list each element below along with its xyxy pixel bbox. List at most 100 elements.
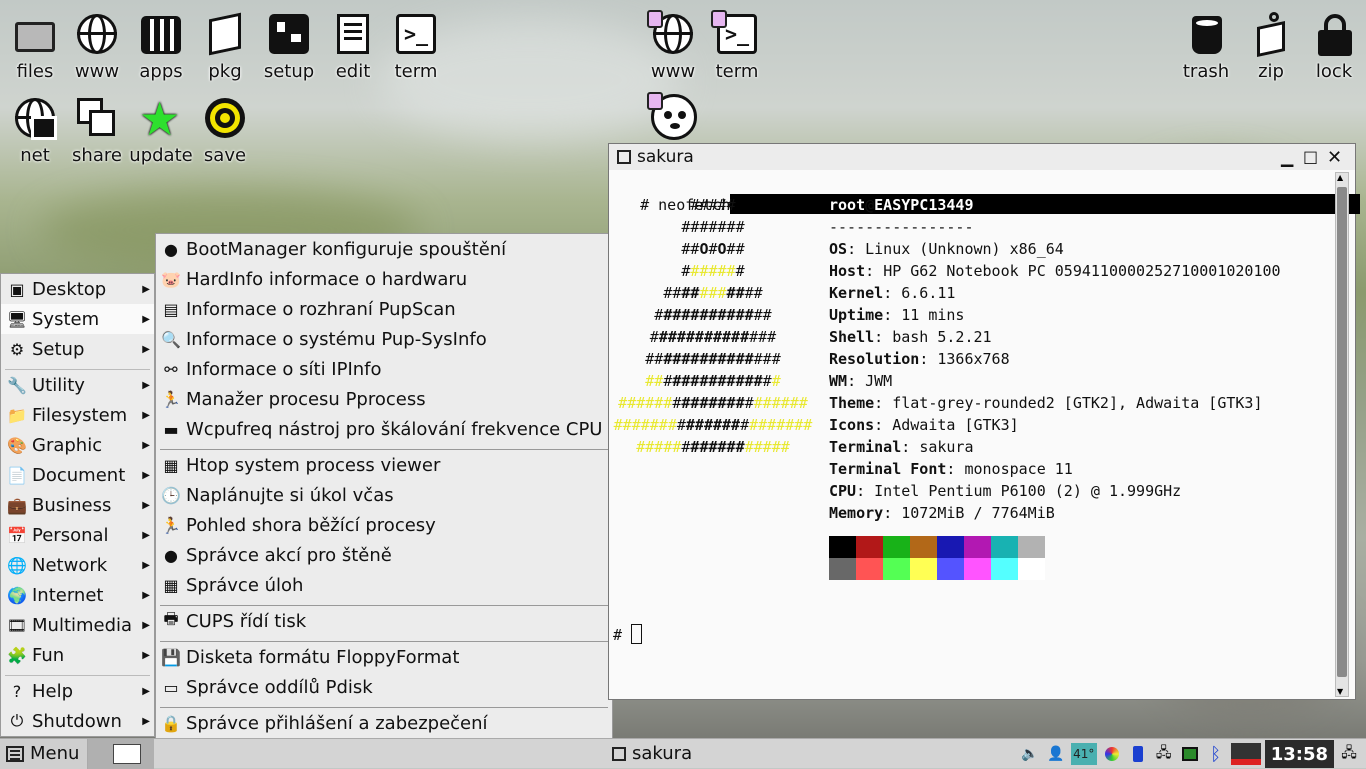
submenu-item[interactable]: 🔍 Informace o systému Pup-SysInfo <box>156 324 612 354</box>
menu-item-multimedia[interactable]: 🎞 Multimedia ▶ <box>1 610 154 640</box>
prompt: # <box>613 624 643 646</box>
menu-icon <box>6 745 24 762</box>
network-icon[interactable]: 🖧 <box>1153 743 1175 765</box>
submenu-item[interactable]: 🕒 Naplánujte si úkol včas <box>156 480 612 510</box>
system-submenu: ● BootManager konfiguruje spouštění 🐷 HardI… <box>155 233 613 768</box>
desktop-icon-www[interactable]: www <box>62 6 132 82</box>
submenu-item[interactable]: 🏃 Pohled shora běžící procesy <box>156 510 612 540</box>
workspace-1[interactable] <box>113 743 141 764</box>
submenu-arrow-icon: ▶ <box>142 313 150 325</box>
desktop-icon-files[interactable]: files <box>0 6 70 82</box>
network-icon: 🌐 <box>7 555 27 575</box>
submenu-item[interactable]: ▭ Správce oddílů Pdisk <box>156 672 612 702</box>
submenu-item[interactable]: 🖶 CUPS řídí tisk <box>156 606 612 636</box>
submenu-item[interactable]: 💾 Disketa formátu FloppyFormat <box>156 642 612 672</box>
desktop-icon-trash[interactable]: trash <box>1171 6 1241 82</box>
desktop-icon-update[interactable]: ★ update <box>126 90 196 166</box>
minimize-button[interactable]: ▁ <box>1281 148 1293 167</box>
submenu-arrow-icon: ▶ <box>142 469 150 481</box>
menu-item-desktop[interactable]: ▣ Desktop ▶ <box>1 274 154 304</box>
show-desktop-icon[interactable]: 🖧 <box>1338 743 1360 765</box>
scrollbar[interactable]: ▲ ▼ <box>1335 172 1349 697</box>
close-button[interactable]: ✕ <box>1327 147 1342 168</box>
temperature-badge[interactable]: 41° <box>1070 743 1097 765</box>
trash-icon <box>1182 12 1230 60</box>
monitor-icon: 🖥 <box>6 309 28 329</box>
desktop-icon: ▣ <box>9 279 25 299</box>
submenu-item[interactable]: ▦ Htop system process viewer <box>156 450 612 480</box>
desktop-icon-www[interactable]: www <box>638 6 708 82</box>
desktop-icon-save[interactable]: save <box>190 90 260 166</box>
taskbar-task-sakura[interactable]: sakura <box>612 739 692 769</box>
terminal-content[interactable]: # neofetch ##### ####### ##O#O## #######… <box>613 172 1361 697</box>
submenu-item[interactable]: ● Správce akcí pro štěně <box>156 540 612 570</box>
submenu-item-label: CUPS řídí tisk <box>186 610 307 632</box>
info-value: sakura <box>919 438 974 456</box>
submenu-item-icon: ● <box>164 239 178 259</box>
window-titlebar[interactable]: sakura <box>609 144 1355 170</box>
info-key: Theme <box>829 394 875 412</box>
menu-item-personal[interactable]: 📅 Personal ▶ <box>1 520 154 550</box>
setup-icon: ⚙ <box>9 339 25 359</box>
menu-item-filesystem[interactable]: 📁 Filesystem ▶ <box>1 400 154 430</box>
submenu-item[interactable]: ● BootManager konfiguruje spouštění <box>156 234 612 264</box>
submenu-item[interactable]: ⚯ Informace o síti IPInfo <box>156 354 612 384</box>
bluetooth-icon[interactable]: ᛒ <box>1205 743 1227 765</box>
desktop-pager[interactable] <box>88 738 154 769</box>
submenu-item[interactable]: ▤ Informace o rozhraní PupScan <box>156 294 612 324</box>
volume-icon[interactable]: 🔈 <box>1019 743 1041 765</box>
submenu-item-label: BootManager konfiguruje spouštění <box>186 238 507 260</box>
submenu-item[interactable]: ▬ Wcpufreq nástroj pro škálování frekvenc… <box>156 414 612 444</box>
menu-item-shutdown[interactable]: ⏻ Shutdown ▶ <box>1 706 154 736</box>
menu-button[interactable]: Menu <box>0 738 88 769</box>
task-window-icon <box>612 746 626 761</box>
menu-item-utility[interactable]: 🔧 Utility ▶ <box>1 370 154 400</box>
menu-item-label: Fun <box>32 644 65 666</box>
menu-item-business[interactable]: 💼 Business ▶ <box>1 490 154 520</box>
desktop-icon-lock[interactable]: lock <box>1299 6 1366 82</box>
desktop-icon-zip[interactable]: zip <box>1236 6 1306 82</box>
task-label: sakura <box>632 743 693 764</box>
desktop-icon-label: www <box>650 61 696 82</box>
menu-item-fun[interactable]: 🧩 Fun ▶ <box>1 640 154 670</box>
info-key: Memory <box>829 504 884 522</box>
cursor <box>631 624 643 644</box>
scroll-thumb[interactable] <box>1337 187 1347 677</box>
desktop-icon-setup[interactable]: setup <box>254 6 324 82</box>
submenu-item-label: Manažer procesu Pprocess <box>186 388 426 410</box>
user-icon[interactable]: 👤 <box>1045 743 1067 765</box>
submenu-item[interactable]: 🐷 HardInfo informace o hardwaru <box>156 264 612 294</box>
scroll-up-icon[interactable]: ▲ <box>1337 173 1343 182</box>
menu-item-graphic[interactable]: 🎨 Graphic ▶ <box>1 430 154 460</box>
menu-item-help[interactable]: ? Help ▶ <box>1 676 154 706</box>
scroll-down-icon[interactable]: ▼ <box>1337 687 1343 696</box>
grid-icon <box>137 12 185 60</box>
desktop-icon-term[interactable]: >_ term <box>381 6 451 82</box>
maximize-button[interactable]: □ <box>1303 147 1318 166</box>
desktop-icon-share[interactable]: share <box>62 90 132 166</box>
menu-item-setup[interactable]: ⚙ Setup ▶ <box>1 334 154 364</box>
desktop-icon-puppy[interactable] <box>638 88 708 142</box>
puppy-icon <box>647 92 697 142</box>
submenu-item[interactable]: 🔒 Správce přihlášení a zabezpečení <box>156 708 612 738</box>
info-key: WM <box>829 372 848 390</box>
submenu-item[interactable]: 🏃 Manažer procesu Pprocess <box>156 384 612 414</box>
desktop-icon-pkg[interactable]: pkg <box>190 6 260 82</box>
submenu-item-label: Správce oddílů Pdisk <box>186 676 373 698</box>
menu-item-network[interactable]: 🌐 Network ▶ <box>1 550 154 580</box>
menu-item-label: System <box>32 308 100 330</box>
desktop-icon-term[interactable]: >_ term <box>702 6 772 82</box>
desktop-icon-apps[interactable]: apps <box>126 6 196 82</box>
padlock-icon <box>1310 12 1358 60</box>
clock[interactable]: 13:58 <box>1264 740 1334 768</box>
drive-icon[interactable] <box>1179 743 1201 765</box>
menu-item-document[interactable]: 📄 Document ▶ <box>1 460 154 490</box>
menu-item-system[interactable]: 🖥 System ▶ <box>1 304 154 334</box>
menu-item-internet[interactable]: 🌍 Internet ▶ <box>1 580 154 610</box>
desktop-icon-net[interactable]: net <box>0 90 70 166</box>
colorball-icon[interactable] <box>1101 743 1123 765</box>
submenu-item[interactable]: ▦ Správce úloh <box>156 570 612 600</box>
info-row: OS: Linux (Unknown) x86_64 <box>829 240 1064 258</box>
desktop-icon-edit[interactable]: edit <box>318 6 388 82</box>
battery-icon[interactable] <box>1127 743 1149 765</box>
